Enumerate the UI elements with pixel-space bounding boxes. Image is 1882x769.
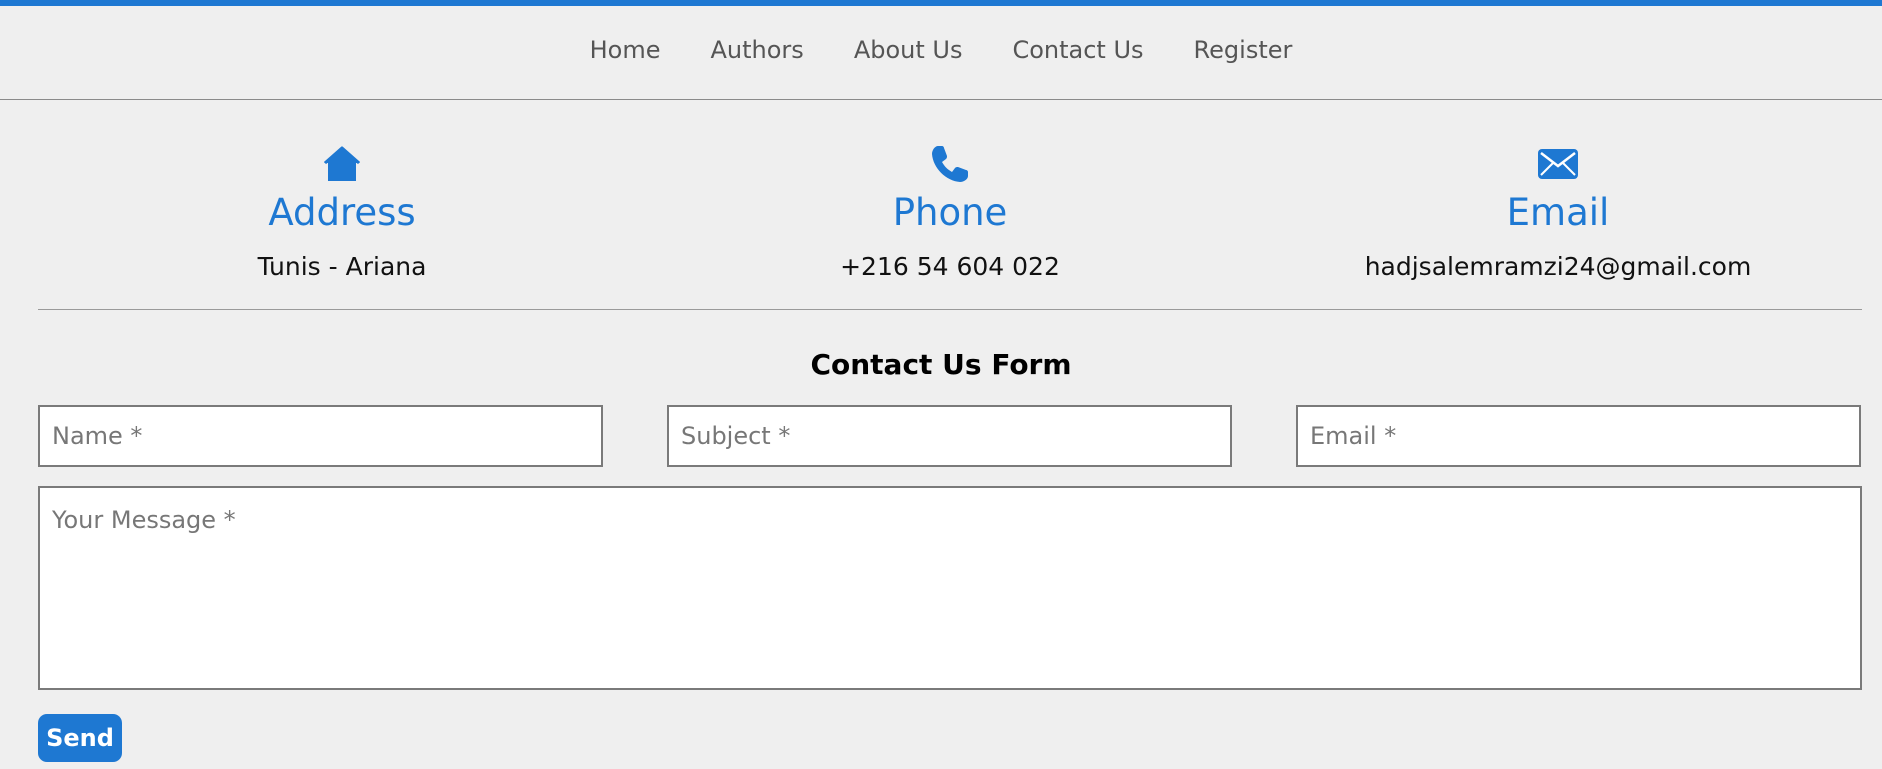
email-block: Email hadjsalemramzi24@gmail.com <box>1254 100 1862 309</box>
home-icon <box>322 144 362 184</box>
email-input[interactable] <box>1296 405 1861 467</box>
name-input[interactable] <box>38 405 603 467</box>
phone-block: Phone +216 54 604 022 <box>646 100 1254 309</box>
send-button[interactable]: Send <box>38 714 122 762</box>
nav-about-us[interactable]: About Us <box>854 36 963 64</box>
nav-register[interactable]: Register <box>1194 36 1293 64</box>
phone-value: +216 54 604 022 <box>840 252 1060 281</box>
address-value: Tunis - Ariana <box>257 252 427 281</box>
phone-title: Phone <box>892 191 1008 234</box>
address-block: Address Tunis - Ariana <box>38 100 646 309</box>
phone-icon <box>930 144 970 184</box>
form-title: Contact Us Form <box>810 348 1072 381</box>
address-title: Address <box>268 191 416 234</box>
nav-home[interactable]: Home <box>590 36 661 64</box>
contact-info-section: Address Tunis - Ariana Phone +216 54 604… <box>38 100 1862 310</box>
email-title: Email <box>1506 191 1610 234</box>
envelope-icon <box>1537 144 1579 184</box>
subject-input[interactable] <box>667 405 1232 467</box>
nav-authors[interactable]: Authors <box>711 36 804 64</box>
main-nav: Home Authors About Us Contact Us Registe… <box>0 6 1882 100</box>
email-value: hadjsalemramzi24@gmail.com <box>1364 252 1752 281</box>
nav-contact-us[interactable]: Contact Us <box>1012 36 1143 64</box>
message-textarea[interactable] <box>38 486 1862 690</box>
